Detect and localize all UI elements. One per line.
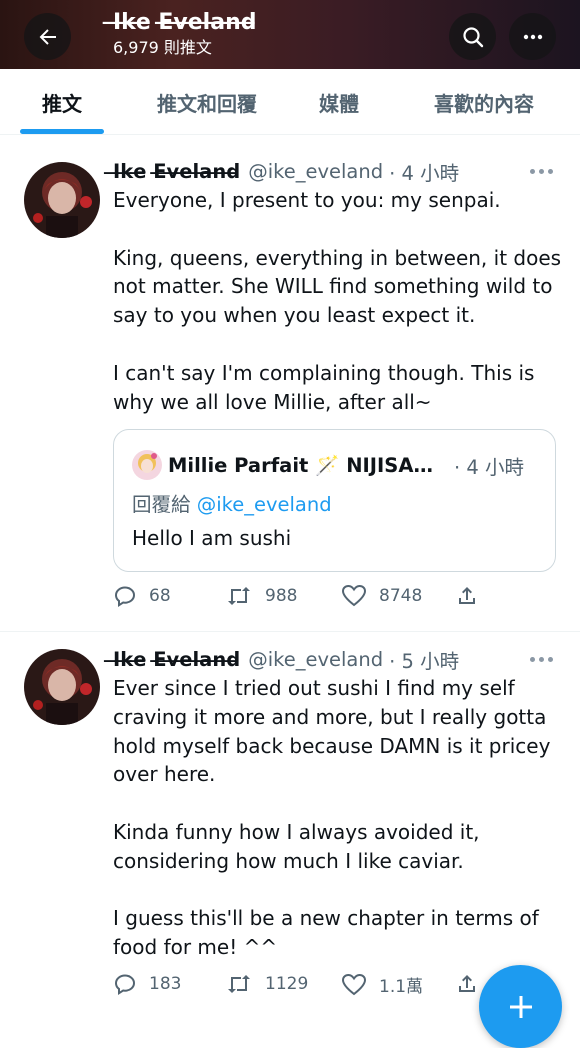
tweet-count: 6,979 則推文 <box>113 38 212 57</box>
tweet-text: Ever since I tried out sushi I find my s… <box>113 676 551 960</box>
plus-icon <box>509 995 532 1018</box>
retweet-count: 1129 <box>265 974 309 994</box>
tweet-author-row: I̶k̶e̶ E̶v̶e̶l̶a̶n̶d̶ @ike_eveland · 4 小… <box>113 157 459 186</box>
reply-icon <box>114 586 136 608</box>
tweet-text: Everyone, I present to you: my senpai. K… <box>113 188 562 414</box>
profile-title: I̶k̶e̶ E̶v̶e̶l̶a̶n̶d̶ <box>113 10 257 35</box>
retweet-button[interactable]: 1129 <box>225 972 308 996</box>
back-button[interactable] <box>24 13 71 60</box>
like-button[interactable]: 8748 <box>341 584 422 608</box>
compose-tweet-button[interactable] <box>479 965 562 1048</box>
quoted-text: Hello I am sushi <box>132 526 292 550</box>
reply-mention-link[interactable]: @ike_eveland <box>197 493 332 516</box>
heart-icon <box>341 973 367 995</box>
reply-button[interactable]: 183 <box>113 972 181 996</box>
active-tab-indicator <box>20 129 104 134</box>
tweet-actions: 183 1129 1.1萬 <box>113 972 493 1000</box>
more-button[interactable] <box>509 13 556 60</box>
share-button[interactable] <box>455 972 479 996</box>
tweet-time[interactable]: · 5 小時 <box>389 645 459 674</box>
tab-likes[interactable]: 喜歡的內容 <box>406 69 562 135</box>
share-icon <box>459 975 475 992</box>
profile-header: I̶k̶e̶ E̶v̶e̶l̶a̶n̶d̶ 6,979 則推文 <box>0 0 580 69</box>
more-dot-icon <box>530 656 535 662</box>
quoted-author-name: Millie Parfait 🪄 NIJISANJI EN <box>168 454 448 477</box>
heart-icon <box>341 584 367 607</box>
tweet-time[interactable]: · 4 小時 <box>389 157 459 186</box>
author-handle[interactable]: @ike_eveland <box>248 648 383 671</box>
arrow-left-icon <box>39 28 56 45</box>
like-count: 1.1萬 <box>379 977 424 997</box>
share-icon <box>459 587 475 604</box>
tab-tweets-replies[interactable]: 推文和回覆 <box>136 69 278 135</box>
search-button[interactable] <box>449 13 496 60</box>
quoted-reply-context: 回覆給 @ike_eveland <box>132 488 332 517</box>
reply-button[interactable]: 68 <box>113 584 171 608</box>
tweet-actions: 68 988 8748 <box>113 584 493 612</box>
reply-prefix: 回覆給 <box>132 493 191 516</box>
tweet-divider <box>0 631 580 632</box>
like-count: 8748 <box>379 586 423 606</box>
retweet-count: 988 <box>265 586 298 606</box>
author-name[interactable]: I̶k̶e̶ E̶v̶e̶l̶a̶n̶d̶ <box>113 160 240 183</box>
reply-count: 68 <box>149 586 171 606</box>
more-dot-icon <box>530 168 535 174</box>
more-dot-icon <box>548 168 553 174</box>
author-name[interactable]: I̶k̶e̶ E̶v̶e̶l̶a̶n̶d̶ <box>113 648 240 671</box>
more-horizontal-icon <box>523 34 542 39</box>
retweet-button[interactable]: 988 <box>225 584 297 608</box>
more-dot-icon <box>548 656 553 662</box>
like-button[interactable]: 1.1萬 <box>341 972 423 997</box>
quoted-author-row: Millie Parfait 🪄 NIJISANJI EN · 4 小時 <box>168 451 553 480</box>
quoted-avatar[interactable] <box>132 450 162 480</box>
quoted-time: · 4 小時 <box>454 456 525 479</box>
retweet-icon <box>228 587 250 605</box>
tab-tweets[interactable]: 推文 <box>0 69 124 135</box>
tweet-more-button[interactable] <box>530 655 556 663</box>
author-handle[interactable]: @ike_eveland <box>248 160 383 183</box>
reply-count: 183 <box>149 974 182 994</box>
tab-media[interactable]: 媒體 <box>292 69 386 135</box>
avatar[interactable] <box>24 162 100 238</box>
tweet-more-button[interactable] <box>530 167 556 175</box>
quoted-tweet[interactable]: Millie Parfait 🪄 NIJISANJI EN · 4 小時 回覆給… <box>113 429 556 572</box>
more-dot-icon <box>539 656 544 662</box>
reply-icon <box>114 974 136 996</box>
more-dot-icon <box>539 168 544 174</box>
share-button[interactable] <box>455 584 479 608</box>
avatar[interactable] <box>24 649 100 725</box>
tweet-author-row: I̶k̶e̶ E̶v̶e̶l̶a̶n̶d̶ @ike_eveland · 5 小… <box>113 645 459 674</box>
profile-tabs: 推文 推文和回覆 媒體 喜歡的內容 <box>0 69 580 135</box>
retweet-icon <box>228 975 250 993</box>
search-icon <box>462 26 483 47</box>
